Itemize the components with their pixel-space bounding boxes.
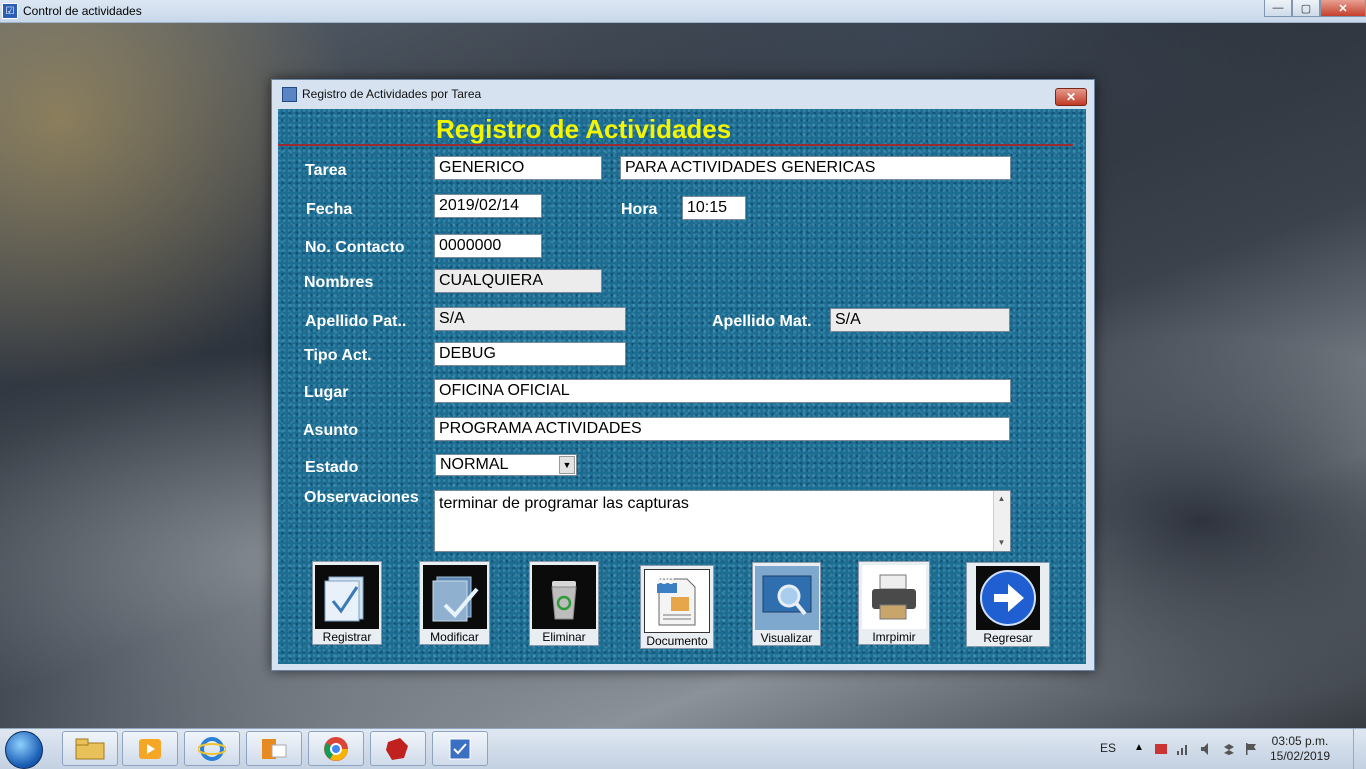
modificar-label: Modificar	[430, 630, 479, 644]
modify-check-icon	[422, 565, 487, 629]
contacto-label: No. Contacto	[305, 239, 405, 256]
puzzle-app-icon[interactable]	[370, 731, 426, 766]
registrar-label: Registrar	[322, 630, 372, 644]
form-heading: Registro de Actividades	[436, 114, 732, 144]
nombres-label: Nombres	[304, 274, 374, 291]
tray-expand-icon[interactable]: ▲	[1134, 742, 1148, 756]
show-desktop-button[interactable]	[1353, 729, 1366, 769]
apellido-pat-field[interactable]: S/A	[434, 307, 626, 331]
start-button[interactable]	[5, 731, 43, 769]
observaciones-label: Observaciones	[304, 489, 419, 506]
hora-label: Hora	[621, 201, 658, 218]
asunto-field[interactable]: PROGRAMA ACTIVIDADES	[434, 417, 1010, 441]
eliminar-label: Eliminar	[542, 630, 586, 644]
register-doc-icon	[315, 565, 379, 629]
apellido-mat-field[interactable]: S/A	[830, 308, 1010, 332]
eliminar-button[interactable]: Eliminar	[529, 561, 599, 646]
internet-explorer-icon[interactable]	[184, 731, 240, 766]
dialog-title: Registro de Actividades por Tarea	[302, 87, 482, 101]
observaciones-text: terminar de programar las capturas	[439, 495, 689, 512]
imprimir-button[interactable]: Imrpimir	[858, 561, 930, 645]
tarea-code-field[interactable]: GENERICO	[434, 156, 602, 180]
activity-dialog: Registro de Actividades por Tarea ✕ Regi…	[271, 79, 1095, 671]
registrar-button[interactable]: Registrar	[312, 561, 382, 645]
dialog-titlebar: Registro de Actividades por Tarea ✕	[272, 80, 1094, 108]
lugar-field[interactable]: OFICINA OFICIAL	[434, 379, 1011, 403]
asunto-label: Asunto	[303, 422, 359, 439]
dropbox-icon[interactable]	[1222, 742, 1236, 756]
window-controls: — ▢ ✕	[1264, 0, 1366, 18]
lugar-label: Lugar	[304, 384, 349, 401]
clock-date: 15/02/2019	[1269, 749, 1331, 763]
nombres-field[interactable]: CUALQUIERA	[434, 269, 602, 293]
regresar-button[interactable]: Regresar	[966, 562, 1050, 647]
documento-button[interactable]: DOC Documento	[640, 565, 714, 649]
fecha-field[interactable]: 2019/02/14	[434, 194, 542, 218]
tipo-act-label: Tipo Act.	[304, 347, 372, 364]
minimize-button[interactable]: —	[1264, 0, 1292, 17]
file-explorer-icon[interactable]	[62, 731, 118, 766]
media-player-icon[interactable]	[122, 731, 178, 766]
tarea-label: Tarea	[305, 162, 347, 179]
signal-icon[interactable]	[1176, 742, 1190, 756]
tipo-act-field[interactable]: DEBUG	[434, 342, 626, 366]
close-button[interactable]: ✕	[1320, 0, 1366, 17]
maximize-button[interactable]: ▢	[1292, 0, 1320, 17]
doc-badge-label: DOC	[654, 576, 674, 586]
visualizar-label: Visualizar	[760, 631, 813, 645]
estado-selected-value: NORMAL	[440, 456, 509, 473]
magnifier-monitor-icon	[754, 566, 819, 630]
hora-field[interactable]: 10:15	[682, 196, 746, 220]
fecha-label: Fecha	[306, 201, 353, 218]
control-actividades-icon[interactable]	[432, 731, 488, 766]
chevron-down-icon[interactable]: ▼	[559, 456, 575, 474]
antivirus-icon[interactable]	[1154, 742, 1168, 756]
form-panel: Registro de Actividades Tarea GENERICO P…	[278, 109, 1086, 664]
modificar-button[interactable]: Modificar	[419, 561, 490, 645]
tarea-description-field[interactable]: PARA ACTIVIDADES GENERICAS	[620, 156, 1011, 180]
documento-label: Documento	[646, 634, 708, 648]
dialog-icon	[282, 86, 297, 102]
scroll-up-icon[interactable]: ▲	[994, 491, 1009, 507]
clock-time: 03:05 p.m.	[1271, 734, 1329, 748]
app-title: Control de actividades	[23, 4, 142, 18]
outlook-icon[interactable]	[246, 731, 302, 766]
estado-label: Estado	[305, 459, 359, 476]
observaciones-textarea[interactable]: terminar de programar las capturas ▲ ▼	[434, 490, 1011, 552]
estado-select[interactable]: NORMAL ▼	[435, 454, 577, 476]
app-titlebar: ☑ Control de actividades — ▢ ✕	[0, 0, 1366, 23]
volume-icon[interactable]	[1200, 742, 1214, 756]
chrome-icon[interactable]	[308, 731, 364, 766]
observaciones-scrollbar[interactable]: ▲ ▼	[993, 491, 1010, 551]
scroll-down-icon[interactable]: ▼	[994, 535, 1009, 551]
language-indicator[interactable]: ES	[1100, 741, 1116, 755]
document-icon: DOC	[644, 569, 710, 633]
dialog-close-button[interactable]: ✕	[1055, 88, 1087, 106]
app-icon: ☑	[2, 3, 18, 19]
imprimir-label: Imrpimir	[872, 630, 916, 644]
printer-icon	[862, 565, 926, 629]
visualizar-button[interactable]: Visualizar	[752, 562, 821, 646]
forward-arrow-icon	[976, 566, 1040, 630]
apellido-pat-label: Apellido Pat..	[305, 313, 407, 330]
heading-divider	[278, 144, 1073, 146]
apellido-mat-label: Apellido Mat.	[712, 313, 812, 330]
flag-icon[interactable]	[1244, 742, 1258, 756]
clock[interactable]: 03:05 p.m. 15/02/2019	[1260, 734, 1340, 764]
recycle-bin-icon	[532, 565, 596, 629]
taskbar: ES ▲ 03:05 p.m. 15/02/2019	[0, 728, 1366, 769]
regresar-label: Regresar	[983, 631, 1033, 645]
contacto-field[interactable]: 0000000	[434, 234, 542, 258]
